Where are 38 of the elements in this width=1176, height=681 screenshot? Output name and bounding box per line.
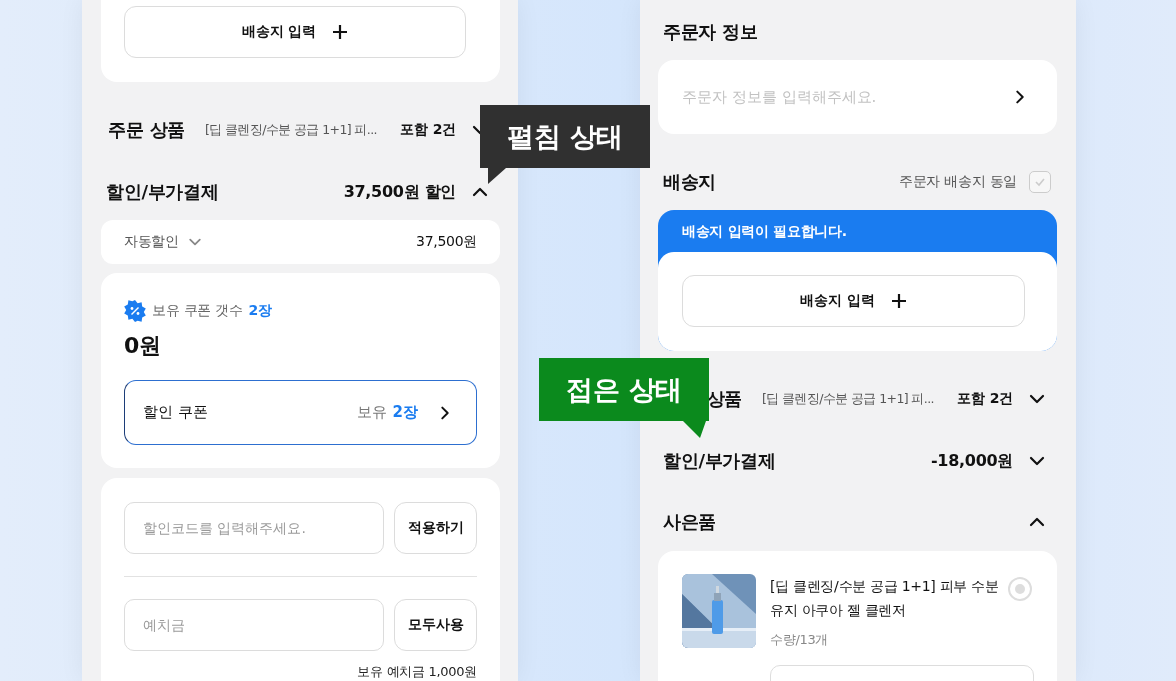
product-summary: [딥 클렌징/수분 공급 1+1] 피...	[205, 121, 378, 139]
product-summary: [딥 클렌징/수분 공급 1+1] 피...	[762, 390, 935, 408]
checkbox[interactable]	[1029, 171, 1051, 193]
plus-icon	[890, 293, 907, 309]
discount-amount: 37,500원 할인	[343, 181, 456, 203]
section-title: 할인/부가결제	[663, 449, 776, 473]
deposit-balance: 보유 예치금 1,000원	[356, 663, 477, 681]
coupon-count: 2장	[248, 302, 272, 320]
apply-button[interactable]: 적용하기	[394, 502, 477, 554]
discount-coupon-button[interactable]: 할인 쿠폰 보유 2장	[124, 380, 477, 445]
address-input-button[interactable]: 배송지 입력	[682, 275, 1025, 327]
count-label: 포함	[400, 121, 428, 139]
item-count: 2건	[432, 121, 456, 139]
plus-icon	[332, 24, 349, 40]
use-all-button[interactable]: 모두사용	[394, 599, 477, 651]
discount-amount: -18,000원	[931, 450, 1013, 472]
alert-text: 배송지 입력이 필요합니다.	[681, 222, 848, 241]
address-input-button[interactable]: 배송지 입력	[124, 6, 466, 58]
auto-discount-amount: 37,500원	[416, 233, 477, 251]
auto-discount-label: 자동할인	[124, 233, 179, 251]
section-title: 주문 상품	[107, 118, 185, 142]
section-title: 배송지	[663, 170, 717, 194]
radio-button[interactable]	[1008, 577, 1032, 601]
section-title: 사은품	[663, 510, 717, 534]
count-label: 포함	[957, 390, 985, 408]
gift-quantity: 수량/13개	[770, 631, 830, 649]
gift-name: [딥 클렌징/수분 공급 1+1] 피부 수분 유지 아쿠아 젤 클렌저	[770, 577, 1000, 620]
state-tooltip: 접은 상태	[539, 358, 709, 438]
coupon-count-label: 보유 쿠폰 갯수	[152, 302, 243, 320]
coupon-total: 0원	[124, 332, 162, 360]
item-count: 2건	[989, 390, 1013, 408]
coupon-badge-icon	[124, 300, 146, 322]
deposit-field[interactable]: 예치금	[124, 599, 384, 651]
state-tooltip: 펼침 상태	[480, 105, 650, 185]
section-title: 할인/부가결제	[106, 180, 219, 204]
same-address-label: 주문자 배송지 동일	[899, 173, 1017, 191]
section-title: 주문자 정보	[663, 20, 758, 44]
discount-code-field[interactable]: 할인코드를 입력해주세요.	[124, 502, 384, 554]
